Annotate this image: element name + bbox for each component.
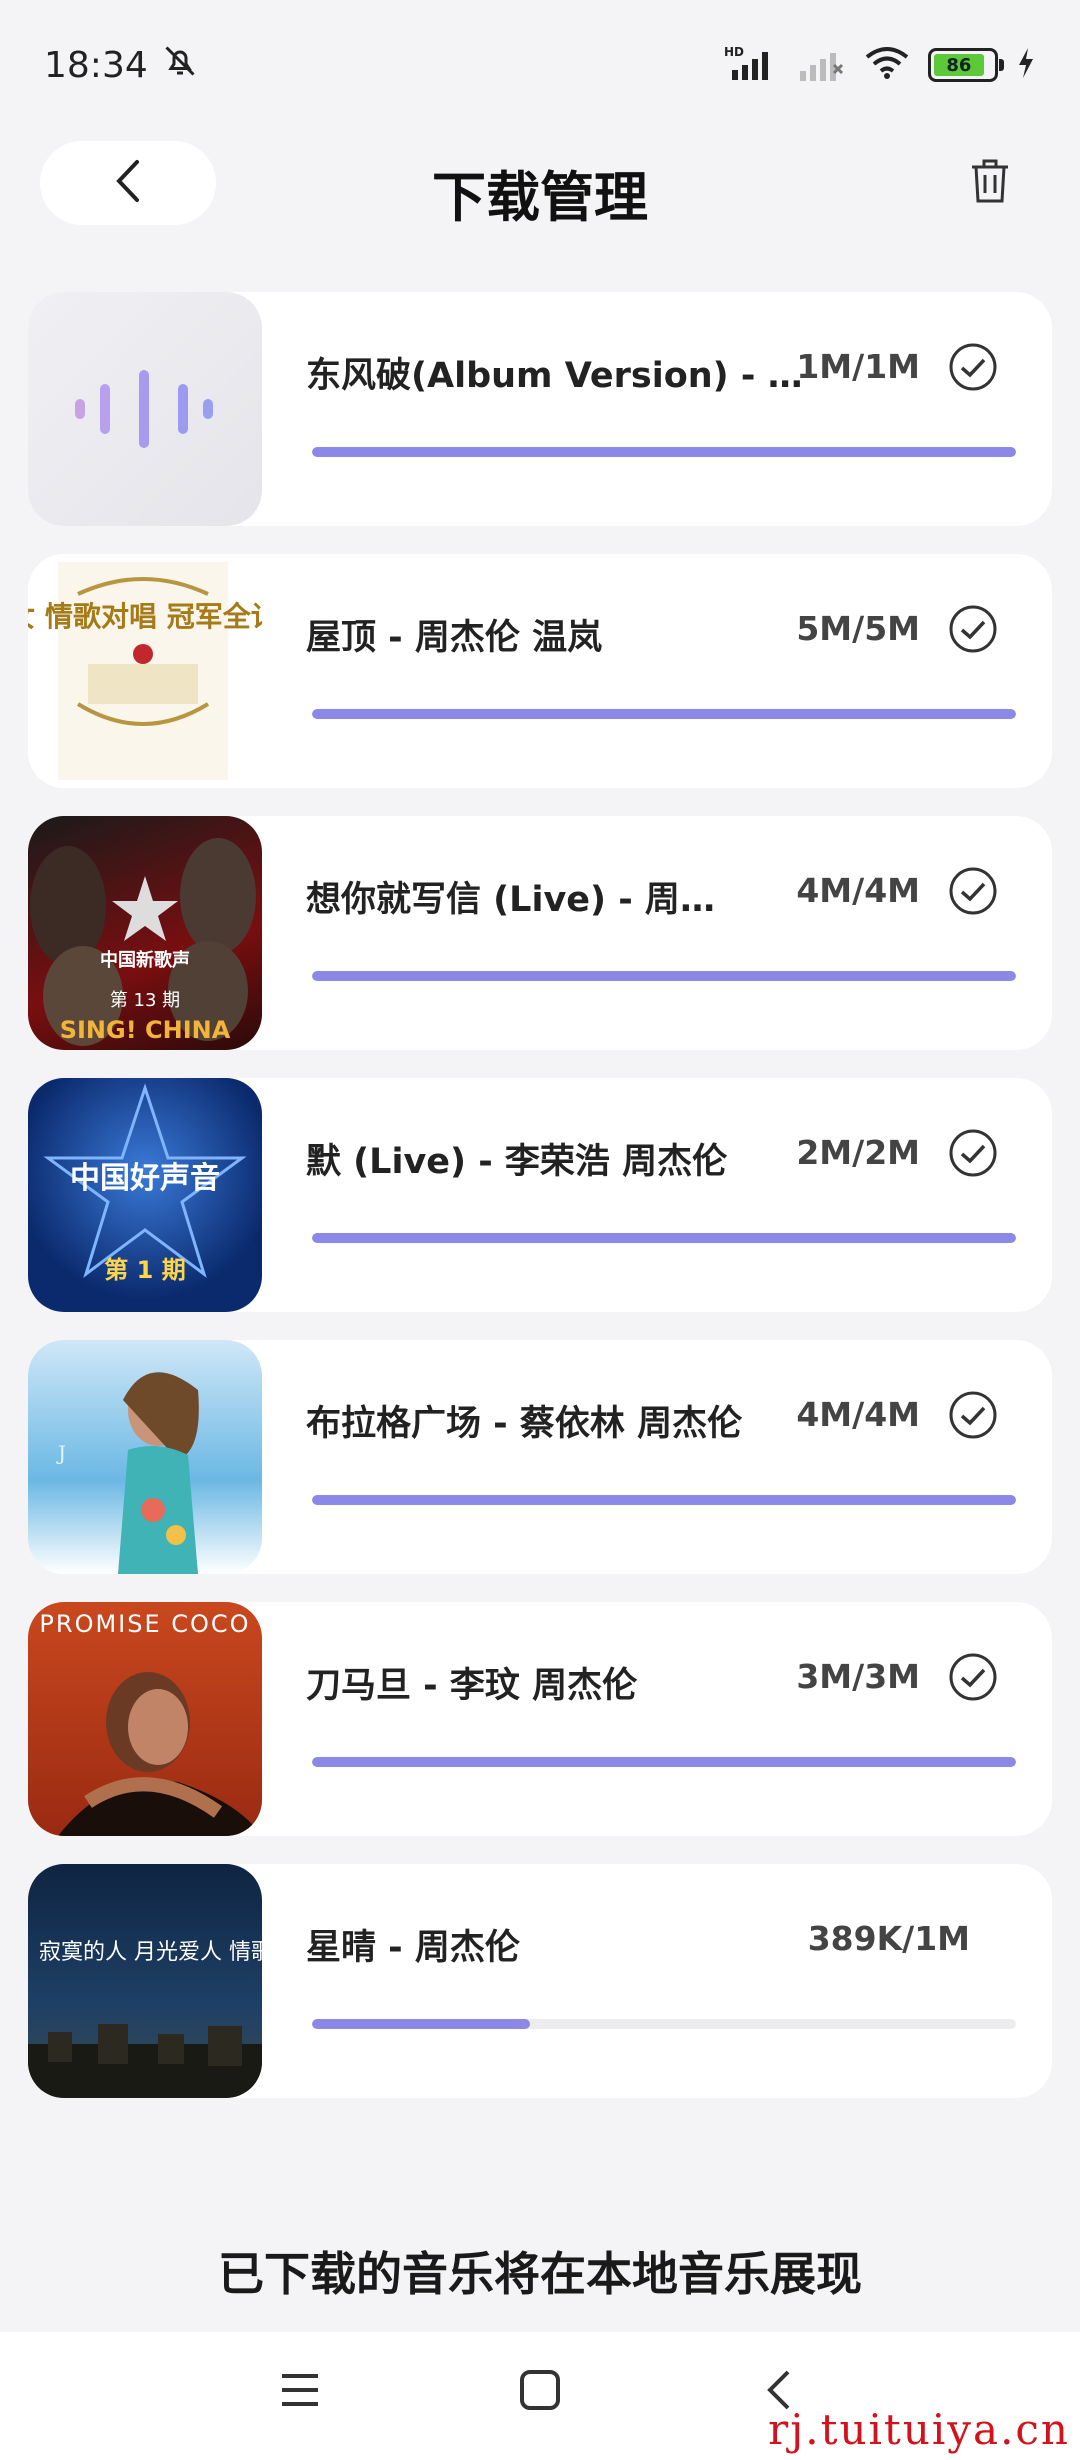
cover-title: 中国新歌声 <box>100 949 190 971</box>
header: 下载管理 <box>0 135 1080 235</box>
watermark-text: rj.tuituiya.cn <box>768 2405 1070 2454</box>
voice-wave-icon <box>75 370 213 448</box>
svg-text:HD: HD <box>724 45 744 59</box>
progress-bar <box>312 447 1016 457</box>
album-art: PROMISE COCO <box>39 1610 262 1836</box>
album-cover: 寂寞的人 月光爱人 情歌精选 <box>28 1864 262 2098</box>
download-size: 1M/1M <box>796 347 920 386</box>
progress-fill <box>312 2019 531 2029</box>
check-circle-icon <box>948 604 998 654</box>
cover-title: 中国好声音 <box>70 1161 220 1196</box>
song-title: 星晴 - 周杰伦 <box>306 1928 520 1968</box>
song-title: 默 (Live) - 李荣浩 周杰伦 <box>306 1142 728 1182</box>
download-item[interactable]: 东风破(Album Version) - 周杰伦 1M/1M <box>28 292 1052 526</box>
album-art: 寂寞的人 月光爱人 情歌精选 <box>28 1904 262 2098</box>
home-square-icon <box>518 2368 562 2416</box>
song-title: 东风破(Album Version) - 周杰伦 <box>306 356 806 396</box>
home-button[interactable] <box>510 2362 570 2422</box>
download-list: 东风破(Album Version) - 周杰伦 1M/1M 男女 情歌对唱 冠… <box>28 292 1052 2126</box>
hd-signal-icon: HD <box>724 44 778 86</box>
song-title: 布拉格广场 - 蔡依林 周杰伦 <box>306 1404 743 1444</box>
download-size: 3M/3M <box>796 1657 920 1696</box>
cover-episode: 第 1 期 <box>104 1256 185 1284</box>
album-cover: PROMISE COCO <box>28 1602 262 1836</box>
download-size: 2M/2M <box>796 1133 920 1172</box>
download-size: 4M/4M <box>796 871 920 910</box>
download-size: 4M/4M <box>796 1395 920 1434</box>
download-item[interactable]: 中国新歌声 第 13 期 SING! CHINA 想你就写信 (Live) - … <box>28 816 1052 1050</box>
progress-bar <box>312 2019 1016 2029</box>
wifi-icon <box>864 45 910 85</box>
download-item[interactable]: 中国好声音 第 1 期 默 (Live) - 李荣浩 周杰伦 2M/2M <box>28 1078 1052 1312</box>
album-art: J <box>56 1372 199 1574</box>
cover-subtitle: SING! CHINA <box>60 1016 231 1044</box>
svg-text:J: J <box>56 1441 66 1465</box>
no-signal-icon <box>796 45 846 85</box>
progress-fill <box>312 709 1016 719</box>
progress-fill <box>312 1495 1016 1505</box>
battery-icon: 86 <box>928 48 1004 82</box>
cover-title: 男女 情歌对唱 冠军全记录 <box>28 600 262 633</box>
check-circle-icon <box>948 1128 998 1178</box>
menu-button[interactable] <box>270 2362 330 2422</box>
album-cover <box>28 292 262 526</box>
progress-bar <box>312 709 1016 719</box>
cover-episode: 第 13 期 <box>110 990 180 1011</box>
nav-bar: rj.tuituiya.cn <box>0 2332 1080 2460</box>
page-title: 下载管理 <box>432 166 648 229</box>
album-art: 男女 情歌对唱 冠军全记录 <box>28 562 262 780</box>
album-cover: 中国好声音 第 1 期 <box>28 1078 262 1312</box>
charging-icon <box>1016 46 1036 84</box>
progress-bar <box>312 1757 1016 1767</box>
progress-fill <box>312 1757 1016 1767</box>
check-circle-icon <box>948 342 998 392</box>
album-art: 中国好声音 第 1 期 <box>43 1083 247 1284</box>
progress-bar <box>312 1495 1016 1505</box>
progress-fill <box>312 447 1016 457</box>
trash-icon <box>969 157 1011 209</box>
album-cover: J <box>28 1340 262 1574</box>
download-item[interactable]: PROMISE COCO 刀马旦 - 李玟 周杰伦 3M/3M <box>28 1602 1052 1836</box>
download-item[interactable]: 男女 情歌对唱 冠军全记录 屋顶 - 周杰伦 温岚 5M/5M <box>28 554 1052 788</box>
progress-bar <box>312 1233 1016 1243</box>
status-time: 18:34 <box>44 44 148 86</box>
progress-fill <box>312 971 1016 981</box>
check-circle-icon <box>948 866 998 916</box>
song-title: 想你就写信 (Live) - 周杰伦 汪峰 <box>306 880 746 920</box>
download-item[interactable]: J 布拉格广场 - 蔡依林 周杰伦 4M/4M <box>28 1340 1052 1574</box>
status-bar: 18:34 HD 86 <box>0 0 1080 130</box>
album-cover: 男女 情歌对唱 冠军全记录 <box>28 554 262 788</box>
cover-title: 寂寞的人 月光爱人 情歌精选 <box>39 1940 262 1965</box>
footer-note: 已下载的音乐将在本地音乐展现 <box>218 2247 862 2301</box>
album-cover: 中国新歌声 第 13 期 SING! CHINA <box>28 816 262 1050</box>
download-size: 389K/1M <box>807 1919 970 1958</box>
silent-bell-icon <box>162 43 198 88</box>
progress-bar <box>312 971 1016 981</box>
song-title: 屋顶 - 周杰伦 温岚 <box>306 618 603 658</box>
menu-icon <box>278 2370 322 2414</box>
download-size: 5M/5M <box>796 609 920 648</box>
progress-fill <box>312 1233 1016 1243</box>
delete-button[interactable] <box>962 155 1018 211</box>
song-title: 刀马旦 - 李玟 周杰伦 <box>306 1666 638 1706</box>
album-art: 中国新歌声 第 13 期 SING! CHINA <box>30 838 256 1046</box>
cover-title: PROMISE COCO <box>39 1610 250 1638</box>
check-circle-icon <box>948 1390 998 1440</box>
check-circle-icon <box>948 1652 998 1702</box>
download-item[interactable]: 寂寞的人 月光爱人 情歌精选 星晴 - 周杰伦 389K/1M <box>28 1864 1052 2098</box>
battery-level: 86 <box>934 54 984 76</box>
